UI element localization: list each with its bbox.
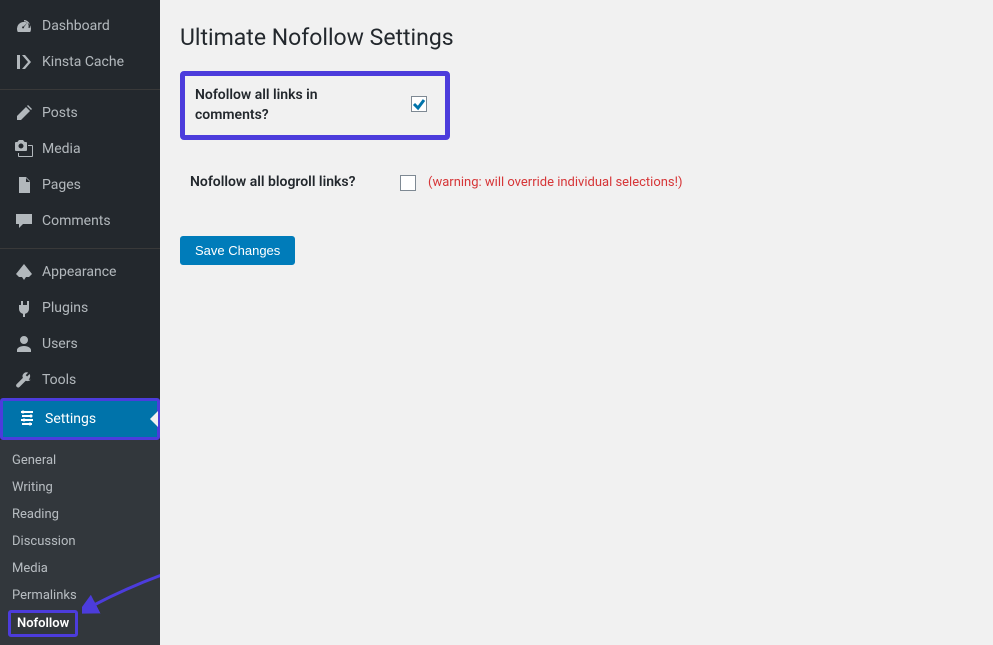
appearance-icon <box>14 262 34 282</box>
sidebar-item-comments[interactable]: Comments <box>0 203 160 239</box>
sidebar-item-posts[interactable]: Posts <box>0 95 160 131</box>
sidebar-item-kinsta-cache[interactable]: Kinsta Cache <box>0 44 160 80</box>
save-button[interactable]: Save Changes <box>180 236 295 265</box>
plugins-icon <box>14 298 34 318</box>
kinsta-icon <box>14 52 34 72</box>
menu-separator <box>0 244 160 249</box>
main-content: Ultimate Nofollow Settings Nofollow all … <box>160 0 993 618</box>
sidebar-item-label: Plugins <box>42 299 88 317</box>
sidebar-item-label: Tools <box>42 371 76 389</box>
admin-sidebar: Dashboard Kinsta Cache Posts Media Pages… <box>0 0 160 618</box>
sidebar-item-settings[interactable]: Settings <box>3 401 157 437</box>
sidebar-item-label: Comments <box>42 212 111 230</box>
row-label: Nofollow all blogroll links? <box>190 173 400 193</box>
sidebar-item-dashboard[interactable]: Dashboard <box>0 8 160 44</box>
sidebar-item-label: Kinsta Cache <box>42 53 124 71</box>
row-nofollow-comments: Nofollow all links in comments? <box>180 71 450 140</box>
warning-text: (warning: will override individual selec… <box>428 175 683 190</box>
media-icon <box>14 139 34 159</box>
sidebar-item-label: Appearance <box>42 263 116 281</box>
submenu-item-permalinks[interactable]: Permalinks <box>0 582 160 609</box>
submenu-item-general[interactable]: General <box>0 447 160 474</box>
settings-icon <box>17 409 37 429</box>
sidebar-item-media[interactable]: Media <box>0 131 160 167</box>
users-icon <box>14 334 34 354</box>
tools-icon <box>14 370 34 390</box>
checkbox-nofollow-blogroll[interactable] <box>400 175 416 191</box>
checkbox-nofollow-comments[interactable] <box>411 96 427 112</box>
posts-icon <box>14 103 34 123</box>
sidebar-item-label: Pages <box>42 176 81 194</box>
sidebar-item-users[interactable]: Users <box>0 326 160 362</box>
menu-separator <box>0 85 160 90</box>
submenu-item-media[interactable]: Media <box>0 555 160 582</box>
pages-icon <box>14 175 34 195</box>
submenu-item-nofollow[interactable]: Nofollow <box>17 616 69 631</box>
sidebar-item-pages[interactable]: Pages <box>0 167 160 203</box>
sidebar-item-label: Dashboard <box>42 17 110 35</box>
sidebar-item-label: Settings <box>45 410 96 428</box>
dashboard-icon <box>14 16 34 36</box>
sidebar-item-plugins[interactable]: Plugins <box>0 290 160 326</box>
settings-submenu: General Writing Reading Discussion Media… <box>0 440 160 645</box>
submenu-item-writing[interactable]: Writing <box>0 474 160 501</box>
row-nofollow-blogroll: Nofollow all blogroll links? (warning: w… <box>180 158 973 208</box>
row-label: Nofollow all links in comments? <box>195 86 350 125</box>
sidebar-item-tools[interactable]: Tools <box>0 362 160 398</box>
submenu-item-discussion[interactable]: Discussion <box>0 528 160 555</box>
sidebar-item-label: Posts <box>42 104 78 122</box>
page-title: Ultimate Nofollow Settings <box>180 24 973 51</box>
submenu-item-reading[interactable]: Reading <box>0 501 160 528</box>
sidebar-item-label: Users <box>42 335 78 353</box>
check-icon <box>412 97 426 111</box>
sidebar-item-appearance[interactable]: Appearance <box>0 254 160 290</box>
comments-icon <box>14 211 34 231</box>
sidebar-item-label: Media <box>42 140 81 158</box>
